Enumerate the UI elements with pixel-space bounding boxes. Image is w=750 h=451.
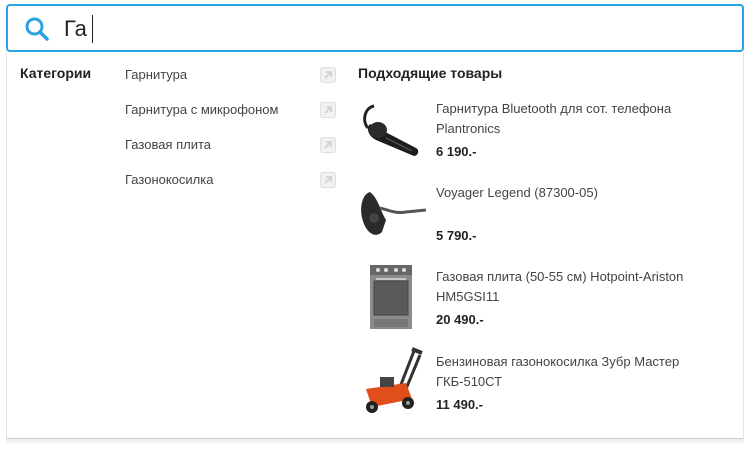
category-item-garnitura-mic[interactable]: Гарнитура с микрофоном <box>125 102 278 117</box>
category-item-lawn-mower[interactable]: Газонокосилка <box>125 172 213 187</box>
fill-query-arrow-icon[interactable] <box>320 67 336 83</box>
categories-title: Категории <box>20 65 92 81</box>
gas-stove-image[interactable] <box>356 263 426 333</box>
lawn-mower-image[interactable] <box>356 347 426 417</box>
panel-shadow <box>6 439 744 445</box>
product-price: 5 790.- <box>436 228 477 243</box>
product-price: 6 190.- <box>436 144 477 159</box>
fill-query-arrow-icon[interactable] <box>320 172 336 188</box>
search-box[interactable] <box>6 4 744 52</box>
product-price: 11 490.- <box>436 397 483 412</box>
search-icon <box>25 17 49 41</box>
headset-image[interactable] <box>356 96 426 166</box>
fill-query-arrow-icon[interactable] <box>320 137 336 153</box>
text-caret <box>92 15 93 43</box>
product-price: 20 490.- <box>436 312 484 327</box>
category-item-garnitura[interactable]: Гарнитура <box>125 67 187 82</box>
products-title: Подходящие товары <box>358 65 503 81</box>
product-name[interactable]: Газовая плита (50-55 см) Hotpoint-Aristo… <box>436 267 736 307</box>
product-name[interactable]: Бензиновая газонокосилка Зубр Мастер ГКБ… <box>436 352 736 392</box>
product-name[interactable]: Voyager Legend (87300-05) <box>436 183 736 203</box>
product-name[interactable]: Гарнитура Bluetooth для сот. телефона Pl… <box>436 99 736 139</box>
headset-image[interactable] <box>356 180 426 250</box>
category-item-gas-stove[interactable]: Газовая плита <box>125 137 211 152</box>
fill-query-arrow-icon[interactable] <box>320 102 336 118</box>
search-input[interactable] <box>64 14 704 44</box>
